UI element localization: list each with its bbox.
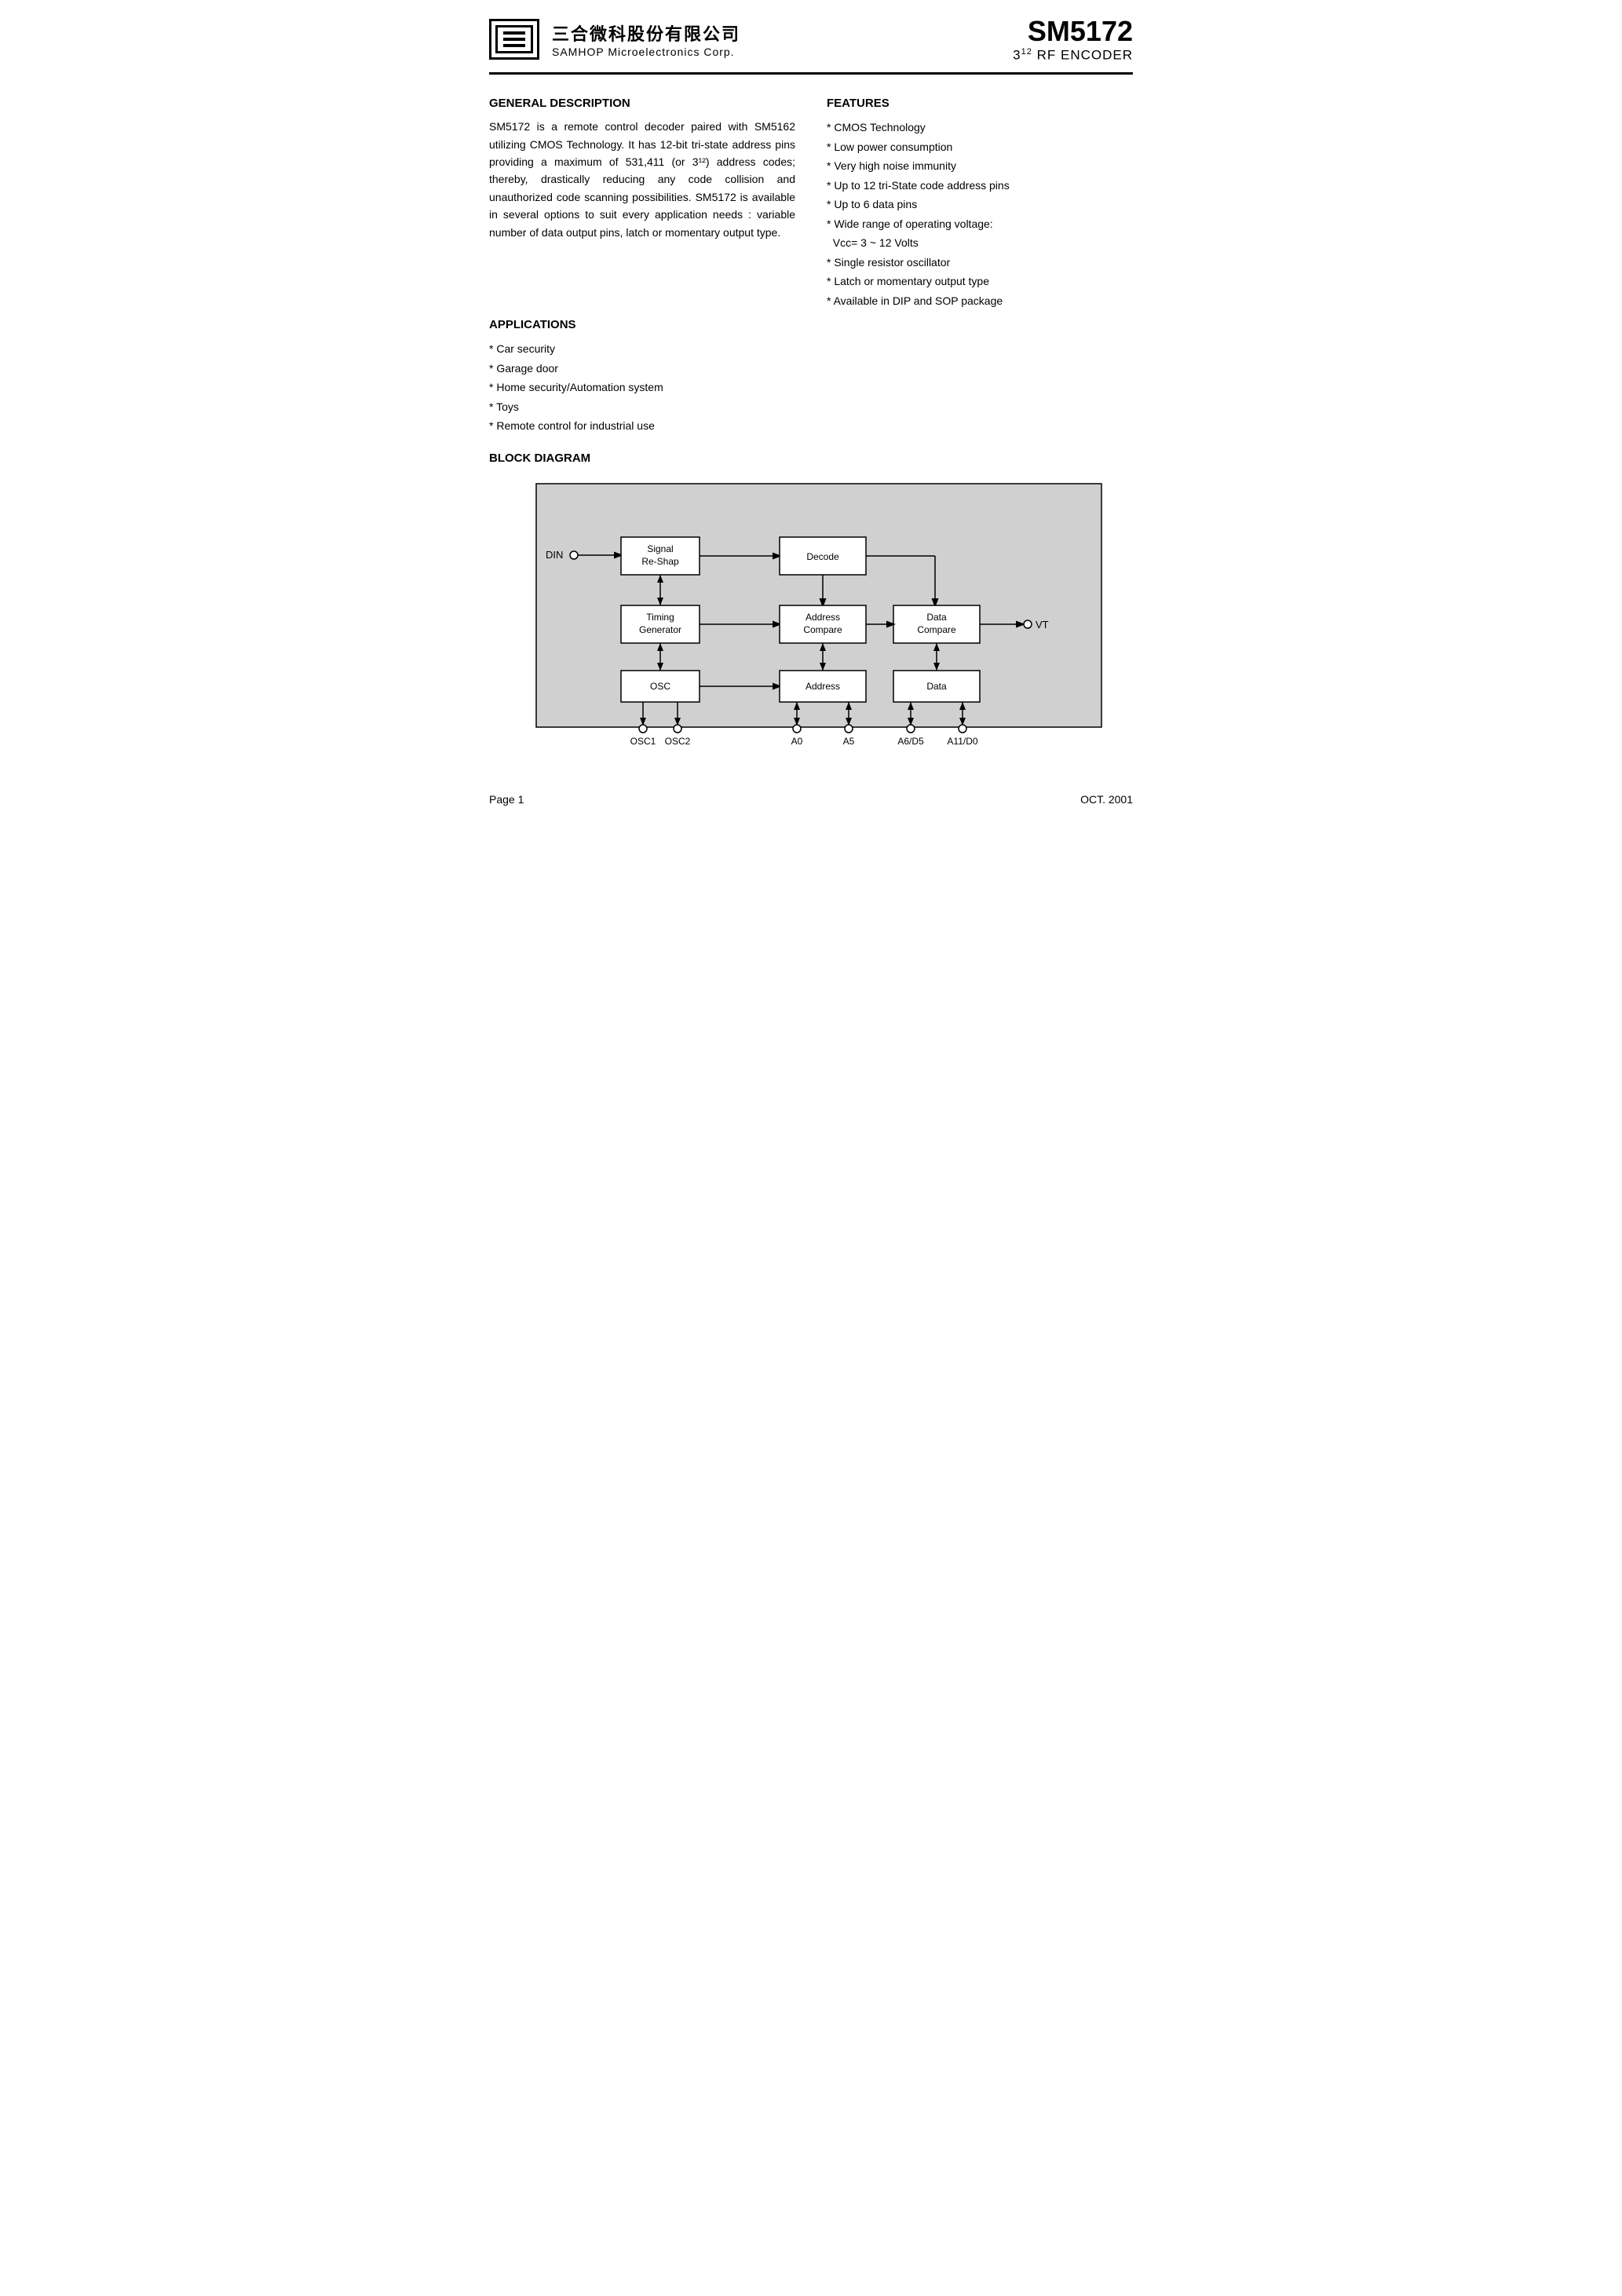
din-pin <box>570 551 578 559</box>
app-item-1: Car security <box>489 339 1133 359</box>
a6d5-pin <box>907 725 915 733</box>
data-compare-label1: Data <box>926 612 947 623</box>
feature-item-4: Up to 12 tri-State code address pins <box>827 176 1133 196</box>
a6d5-label: A6/D5 <box>897 736 924 747</box>
chip-superscript: 12 <box>1021 47 1032 57</box>
data-label: Data <box>926 681 947 692</box>
feature-item-8: Latch or momentary output type <box>827 272 1133 291</box>
chip-name: SM5172 <box>1013 16 1133 47</box>
osc2-pin <box>674 725 681 733</box>
applications-title: APPLICATIONS <box>489 318 1133 331</box>
applications-section: APPLICATIONS Car security Garage door Ho… <box>489 318 1133 436</box>
feature-item-2: Low power consumption <box>827 137 1133 157</box>
vt-pin <box>1024 620 1032 628</box>
feature-item-3: Very high noise immunity <box>827 156 1133 176</box>
company-logo-area: 三合微科股份有限公司 SAMHOP Microelectronics Corp. <box>489 19 740 60</box>
feature-item-5: Up to 6 data pins <box>827 195 1133 214</box>
address-compare-label1: Address <box>806 612 840 623</box>
feature-item-6: Wide range of operating voltage: Vcc= 3 … <box>827 214 1133 253</box>
data-compare-label2: Compare <box>917 624 956 635</box>
company-logo <box>489 19 539 60</box>
chip-subtitle-rest: RF ENCODER <box>1032 47 1133 62</box>
chip-subtitle-prefix: 3 <box>1013 47 1021 62</box>
date: OCT. 2001 <box>1080 793 1133 806</box>
din-label: DIN <box>546 549 563 561</box>
app-item-4: Toys <box>489 397 1133 417</box>
left-column: GENERAL DESCRIPTION SM5172 is a remote c… <box>489 97 819 310</box>
osc1-pin <box>639 725 647 733</box>
chip-info: SM5172 312 RF ENCODER <box>1013 16 1133 63</box>
a0-pin <box>793 725 801 733</box>
a11d0-pin <box>959 725 966 733</box>
main-content: GENERAL DESCRIPTION SM5172 is a remote c… <box>489 97 1133 310</box>
page-header: 三合微科股份有限公司 SAMHOP Microelectronics Corp.… <box>489 16 1133 75</box>
osc-label: OSC <box>650 681 670 692</box>
feature-item-1: CMOS Technology <box>827 118 1133 137</box>
chinese-company-name: 三合微科股份有限公司 <box>552 20 740 46</box>
decode-label: Decode <box>806 551 839 562</box>
osc2-label: OSC2 <box>665 736 691 747</box>
page-footer: Page 1 OCT. 2001 <box>489 793 1133 806</box>
osc1-label: OSC1 <box>630 736 656 747</box>
features-title: FEATURES <box>827 97 1133 110</box>
english-company-name: SAMHOP Microelectronics Corp. <box>552 46 740 58</box>
general-description-section: GENERAL DESCRIPTION SM5172 is a remote c… <box>489 97 795 241</box>
a5-pin <box>845 725 853 733</box>
app-item-5: Remote control for industrial use <box>489 416 1133 436</box>
a11d0-label: A11/D0 <box>947 736 977 747</box>
right-column: FEATURES CMOS Technology Low power consu… <box>819 97 1133 310</box>
a5-label: A5 <box>843 736 855 747</box>
general-description-title: GENERAL DESCRIPTION <box>489 97 795 110</box>
signal-reshap-label1: Signal <box>647 543 673 554</box>
page-number: Page 1 <box>489 793 524 806</box>
general-description-body: SM5172 is a remote control decoder paire… <box>489 118 795 241</box>
features-section: FEATURES CMOS Technology Low power consu… <box>827 97 1133 310</box>
timing-gen-label2: Generator <box>639 624 681 635</box>
app-item-3: Home security/Automation system <box>489 378 1133 397</box>
app-item-2: Garage door <box>489 359 1133 378</box>
logo-inner <box>495 25 533 53</box>
company-name-block: 三合微科股份有限公司 SAMHOP Microelectronics Corp. <box>552 20 740 58</box>
block-diagram-title: BLOCK DIAGRAM <box>489 452 1133 465</box>
address-label: Address <box>806 681 840 692</box>
a0-label: A0 <box>791 736 803 747</box>
chip-subtitle: 312 RF ENCODER <box>1013 47 1133 64</box>
feature-item-9: Available in DIP and SOP package <box>827 291 1133 311</box>
address-compare-label2: Compare <box>803 624 842 635</box>
block-diagram-section: BLOCK DIAGRAM DIN Signal Re-Shap Decode <box>489 452 1133 777</box>
features-list: CMOS Technology Low power consumption Ve… <box>827 118 1133 310</box>
applications-list: Car security Garage door Home security/A… <box>489 339 1133 436</box>
block-diagram-svg: DIN Signal Re-Shap Decode Timing Generat… <box>489 476 1133 774</box>
vt-label: VT <box>1036 619 1049 631</box>
feature-item-7: Single resistor oscillator <box>827 253 1133 272</box>
block-diagram-container: DIN Signal Re-Shap Decode Timing Generat… <box>489 476 1133 777</box>
signal-reshap-label2: Re-Shap <box>641 556 679 567</box>
timing-gen-label1: Timing <box>646 612 674 623</box>
